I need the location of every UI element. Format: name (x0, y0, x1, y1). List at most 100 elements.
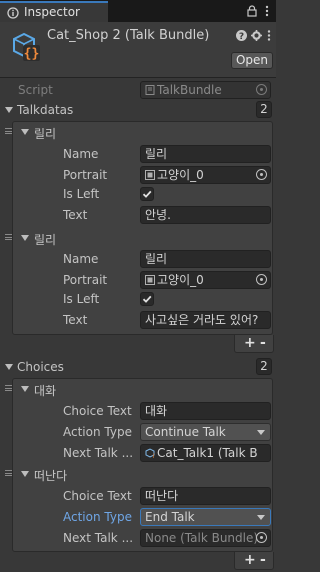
text-row: Text 사고싶은 거라도 있어? (0, 310, 276, 330)
checkmark-icon (142, 295, 152, 303)
element-title: 떠난다 (34, 469, 68, 483)
choice-text-row: Choice Text 떠난다 (0, 486, 276, 506)
foldout-arrow-icon[interactable] (21, 471, 29, 477)
choices-header[interactable]: Choices 2 (0, 357, 276, 377)
object-picker-icon[interactable] (256, 532, 267, 543)
script-value: TalkBundle (157, 83, 222, 97)
choice-element[interactable]: 떠난다 (0, 464, 276, 484)
choice-text-label: Choice Text (63, 489, 132, 503)
text-field[interactable]: 안녕. (140, 206, 271, 224)
next-talk-field[interactable]: None (Talk Bundle) (140, 529, 271, 547)
object-header: {} Cat_Shop 2 (Talk Bundle) ? Open (0, 22, 276, 78)
script-row: Script TalkBundle (0, 80, 276, 100)
talkdatas-label: Talkdatas (17, 103, 74, 117)
next-talk-value: Cat_Talk1 (Talk B (157, 446, 258, 460)
action-type-dropdown[interactable]: End Talk (140, 508, 271, 526)
choices-count[interactable]: 2 (256, 358, 272, 375)
add-element-button[interactable]: + (244, 335, 256, 351)
choice-element[interactable]: 대화 (0, 379, 276, 399)
portrait-label: Portrait (63, 168, 108, 182)
talkdatas-count[interactable]: 2 (256, 101, 272, 118)
name-label: Name (63, 252, 99, 266)
next-talk-label: Next Talk ... (63, 446, 134, 460)
text-label: Text (63, 208, 88, 222)
portrait-row: Portrait 고양이_0 (0, 270, 276, 290)
portrait-row: Portrait 고양이_0 (0, 165, 276, 185)
choice-text-label: Choice Text (63, 404, 132, 418)
settings-icon[interactable] (251, 30, 262, 41)
add-element-button[interactable]: + (244, 552, 256, 568)
name-row: Name 릴리 (0, 249, 276, 269)
action-type-dropdown[interactable]: Continue Talk (140, 423, 271, 441)
chevron-down-icon (257, 430, 265, 435)
sprite-icon (145, 170, 155, 180)
text-field[interactable]: 사고싶은 거라도 있어? (140, 311, 271, 329)
next-talk-row: Next Talk ... None (Talk Bundle) (0, 528, 276, 548)
talkdata-element[interactable]: 릴리 (0, 122, 276, 142)
more-vertical-icon[interactable] (267, 30, 271, 41)
text-label: Text (63, 313, 88, 327)
element-title: 릴리 (34, 233, 57, 247)
action-type-value: End Talk (145, 510, 195, 524)
help-icon[interactable]: ? (236, 30, 247, 41)
portrait-value: 고양이_0 (157, 273, 204, 287)
talkdata-element[interactable]: 릴리 (0, 228, 276, 248)
object-picker-icon (256, 84, 267, 95)
object-title: Cat_Shop 2 (Talk Bundle) (47, 28, 210, 43)
next-talk-label: Next Talk ... (63, 531, 134, 545)
text-row: Text 안녕. (0, 205, 276, 225)
drag-handle-icon[interactable] (5, 385, 12, 391)
portrait-label: Portrait (63, 273, 108, 287)
script-file-icon (145, 85, 155, 95)
foldout-arrow-icon[interactable] (21, 129, 29, 135)
svg-text:{}: {} (152, 454, 155, 459)
isleft-row: Is Left (0, 289, 276, 309)
open-button[interactable]: Open (231, 52, 273, 69)
name-field[interactable]: 릴리 (140, 250, 271, 268)
element-title: 릴리 (34, 127, 57, 141)
next-talk-value: None (Talk Bundle) (145, 531, 259, 545)
next-talk-field[interactable]: {}Cat_Talk1 (Talk B (140, 444, 271, 462)
name-field[interactable]: 릴리 (140, 145, 271, 163)
inspector-tab[interactable]: Inspector (0, 1, 108, 22)
element-title: 대화 (34, 384, 57, 398)
drag-handle-icon[interactable] (5, 470, 12, 476)
next-talk-row: Next Talk ... {}Cat_Talk1 (Talk B (0, 443, 276, 463)
isleft-checkbox[interactable] (140, 292, 154, 306)
action-type-row: Action Type End Talk (0, 507, 276, 527)
more-vertical-icon[interactable] (265, 5, 269, 17)
lock-icon[interactable] (247, 5, 257, 17)
talkdatas-header[interactable]: Talkdatas 2 (0, 100, 276, 120)
isleft-label: Is Left (63, 187, 100, 201)
checkmark-icon (142, 190, 152, 198)
action-type-row: Action Type Continue Talk (0, 422, 276, 442)
info-icon (7, 7, 19, 19)
foldout-arrow-icon[interactable] (5, 364, 13, 370)
portrait-field[interactable]: 고양이_0 (140, 271, 271, 289)
remove-element-button[interactable]: - (260, 335, 266, 351)
object-picker-icon[interactable] (256, 169, 267, 180)
script-field: TalkBundle (140, 81, 271, 99)
foldout-arrow-icon[interactable] (5, 107, 13, 113)
scriptable-object-icon: {} (145, 448, 155, 458)
remove-element-button[interactable]: - (260, 552, 266, 568)
foldout-arrow-icon[interactable] (21, 386, 29, 392)
drag-handle-icon[interactable] (5, 234, 12, 240)
portrait-field[interactable]: 고양이_0 (140, 166, 271, 184)
name-label: Name (63, 147, 99, 161)
isleft-row: Is Left (0, 184, 276, 204)
choice-text-field[interactable]: 떠난다 (140, 487, 271, 505)
choice-text-row: Choice Text 대화 (0, 401, 276, 421)
portrait-value: 고양이_0 (157, 168, 204, 182)
object-picker-icon[interactable] (256, 274, 267, 285)
foldout-arrow-icon[interactable] (21, 235, 29, 241)
choices-label: Choices (17, 360, 64, 374)
name-row: Name 릴리 (0, 144, 276, 164)
svg-text:{}: {} (24, 47, 40, 62)
choice-text-field[interactable]: 대화 (140, 402, 271, 420)
isleft-checkbox[interactable] (140, 187, 154, 201)
inspector-tab-label: Inspector (24, 5, 80, 19)
choices-footer: + - (234, 552, 274, 570)
action-type-value: Continue Talk (145, 425, 226, 439)
drag-handle-icon[interactable] (5, 128, 12, 134)
